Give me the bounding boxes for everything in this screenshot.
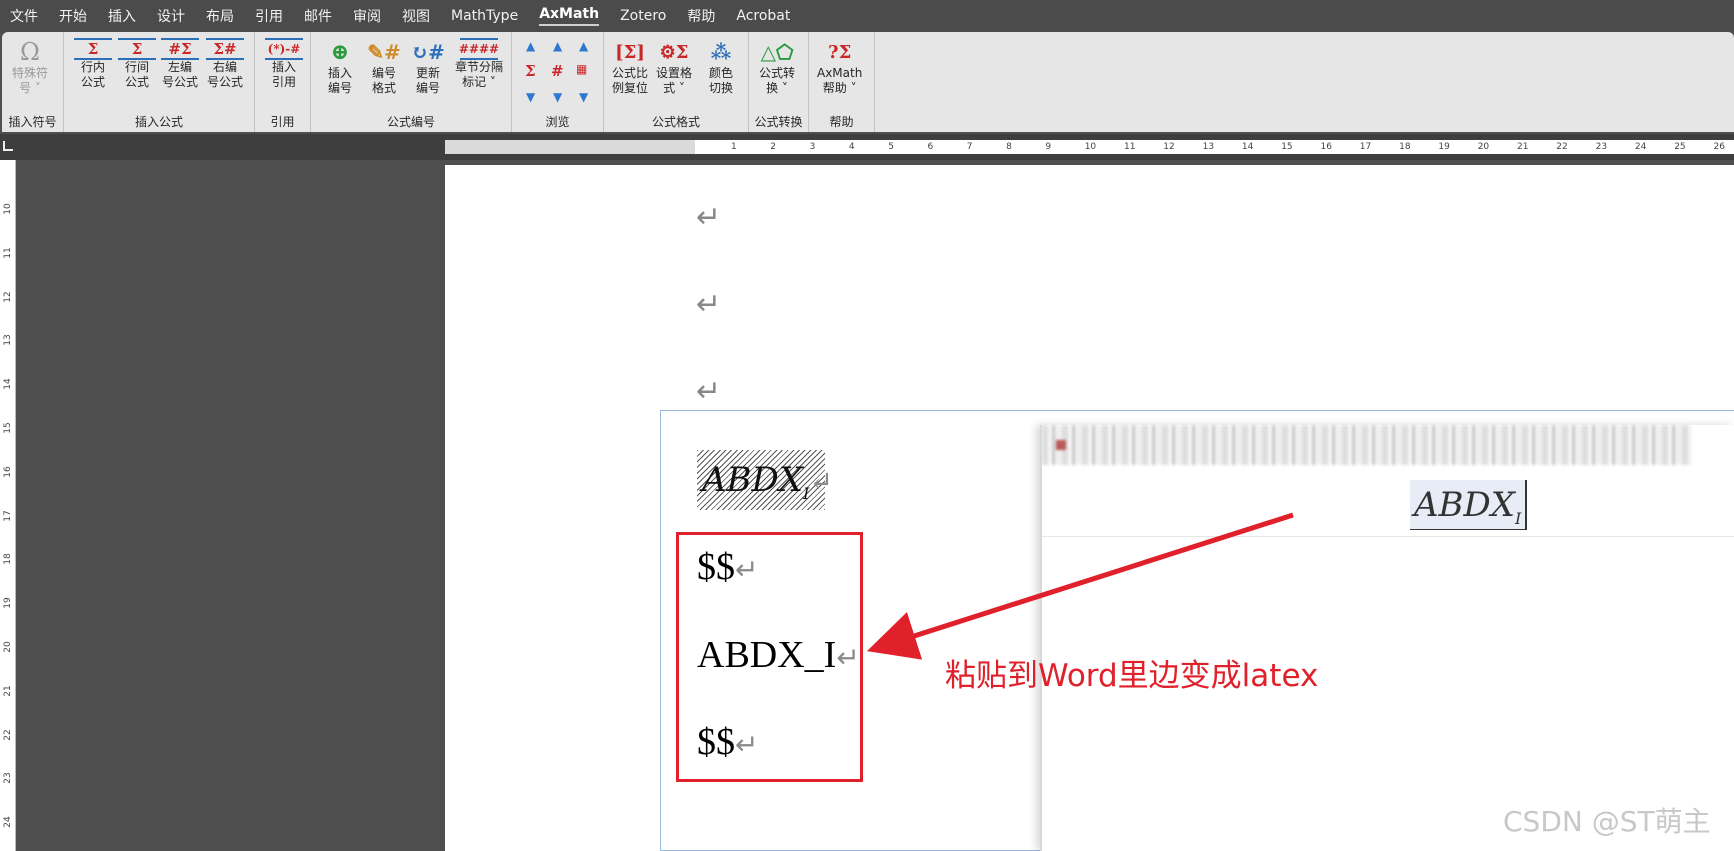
watermark: CSDN @ST萌主	[1503, 805, 1711, 838]
annotation-arrow	[866, 512, 1294, 660]
annotation-text: 粘贴到Word里边变成latex	[945, 658, 1319, 694]
